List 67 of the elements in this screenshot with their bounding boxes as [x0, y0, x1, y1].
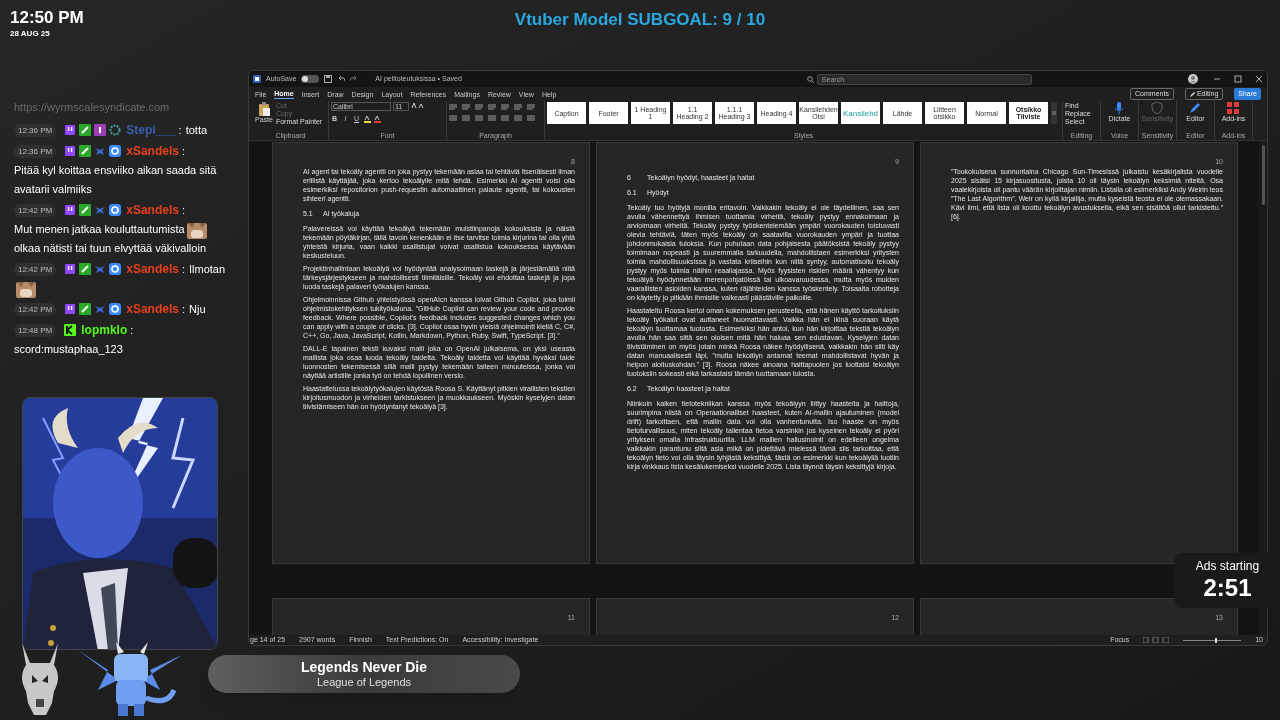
message-time: 12:42 PM [14, 204, 57, 217]
message-text: Nju [189, 302, 206, 318]
font-size-icon[interactable] [411, 102, 425, 109]
twitch-icon [64, 124, 77, 136]
verified-icon [109, 263, 122, 276]
message-time: 12:36 PM [14, 124, 57, 137]
twitch-icon [64, 263, 77, 276]
user-avatar-icon[interactable] [1188, 74, 1198, 84]
message-time: 12:42 PM [14, 263, 57, 277]
maximize-icon[interactable] [1234, 75, 1242, 83]
gear-icon [109, 124, 122, 136]
undo-icon[interactable] [337, 75, 346, 83]
message-separator: : [181, 303, 185, 316]
dragon-icon [78, 640, 182, 718]
verified-icon [109, 204, 122, 216]
clock-date: 28 AUG 25 [10, 28, 51, 40]
message-text: Pitää kyl koittaa ensviiko aikan saada sitä avatarii valmiiks [14, 163, 218, 197]
message-text: Mut menen jatkaa kouluttautumista [14, 222, 185, 237]
message-separator: : [178, 124, 182, 136]
subgoal-text: Vtuber Model SUBGOAL: 9 / 10 [514, 9, 766, 31]
twitch-icon [64, 145, 77, 157]
close-icon[interactable] [1255, 75, 1263, 83]
save-icon[interactable] [324, 75, 333, 83]
style-option[interactable]: Kansilehd [841, 102, 880, 124]
message-text: Ilmotan [189, 262, 226, 278]
twitch-icon [64, 204, 77, 216]
cat-emote-icon [186, 221, 207, 240]
scrollbar-thumb[interactable] [1261, 145, 1265, 205]
shield-icon [1151, 102, 1164, 114]
message-separator: : [130, 324, 134, 337]
twitch-icon [64, 303, 77, 316]
chat-username[interactable]: lopmklo [81, 323, 128, 338]
view-mode-icons[interactable] [1143, 637, 1170, 643]
message-text: scord:mustaphaa_123 [14, 342, 123, 358]
chat-username[interactable]: xSandels [126, 262, 179, 277]
word-logo-icon [253, 75, 261, 83]
chat-username[interactable]: xSandels [126, 144, 179, 158]
message-separator: : [181, 204, 185, 216]
pen-icon [1189, 102, 1202, 114]
kick-icon [64, 324, 77, 337]
message-time: 12:48 PM [14, 324, 57, 338]
ads-countdown: 2:51 [1203, 574, 1252, 602]
message-separator: : [181, 263, 185, 276]
autosave-toggle[interactable] [301, 75, 320, 83]
song-title: Legends Never Die [300, 659, 428, 676]
verified-icon [109, 303, 122, 316]
message-separator: : [181, 145, 185, 157]
zoom-thumb[interactable] [1215, 637, 1218, 643]
cat-emote-icon [16, 280, 36, 299]
add-ins-icon [1227, 102, 1240, 114]
chat-username[interactable]: xSandels [126, 203, 179, 217]
clock-time: 12:50 PM [10, 8, 84, 28]
pencil-icon [1189, 91, 1195, 97]
message-text: totta [185, 123, 208, 138]
search-icon [806, 75, 814, 83]
redo-icon[interactable] [350, 75, 359, 83]
song-artist: League of Legends [316, 676, 412, 689]
verified-icon [109, 145, 122, 157]
message-text: olkaa nätisti tai tuun elvyttää väkivalloin [14, 241, 206, 257]
message-time: 12:42 PM [14, 303, 57, 317]
minimize-icon[interactable] [1213, 75, 1221, 83]
sub-badge-icon [94, 124, 107, 136]
microphone-icon [1113, 102, 1126, 114]
chat-username[interactable]: xSandels [126, 302, 179, 317]
clipboard-icon [257, 102, 270, 116]
ads-label: Ads starting [1195, 559, 1260, 574]
message-time: 12:36 PM [14, 145, 57, 158]
